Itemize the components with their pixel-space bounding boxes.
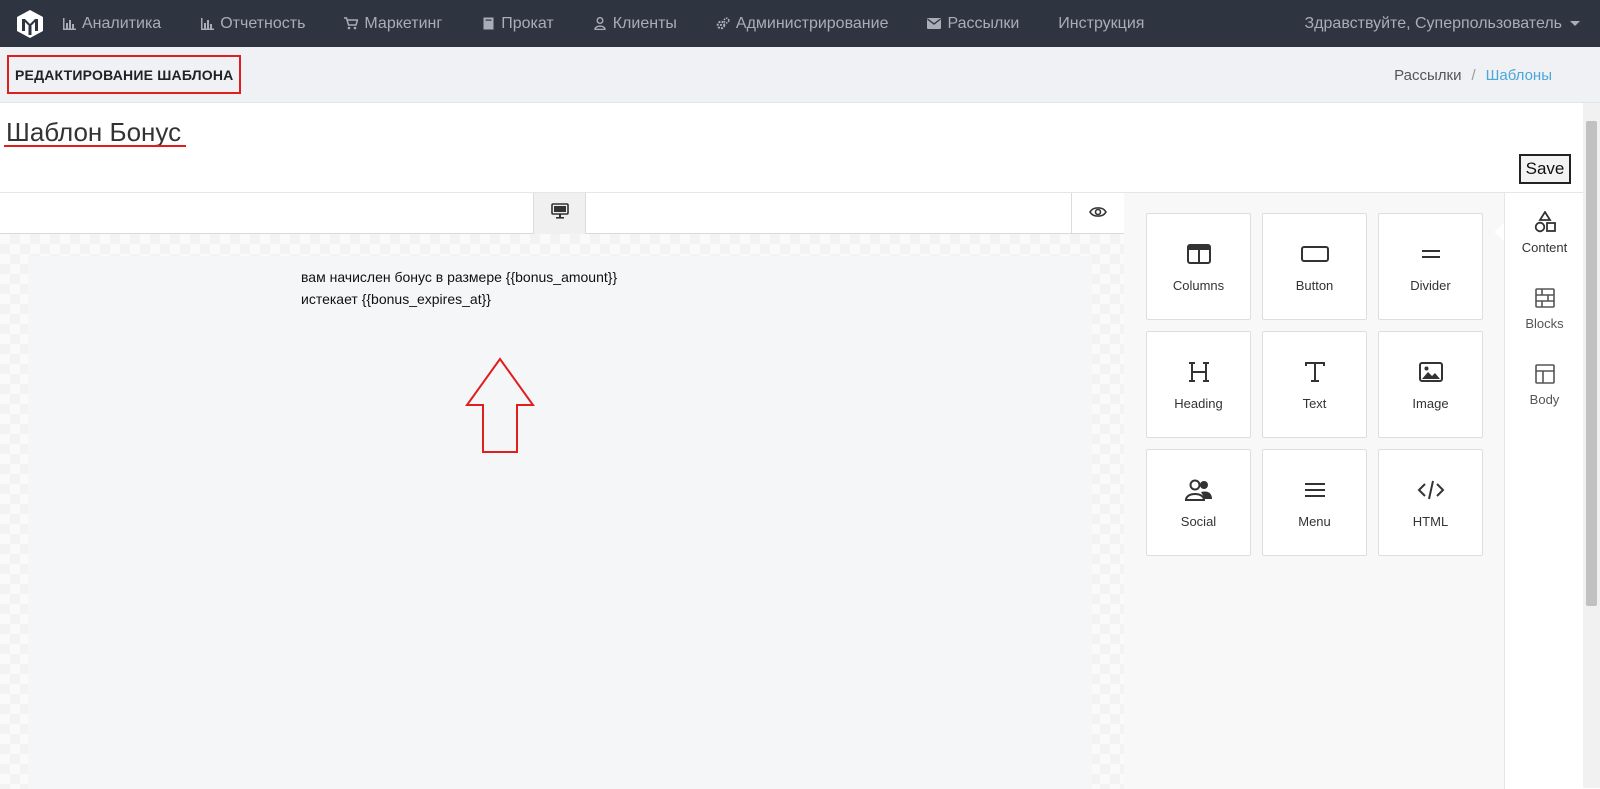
nav-instructions-label: Инструкция — [1058, 14, 1145, 32]
canvas-toolbar — [0, 193, 1124, 234]
image-icon — [1417, 358, 1445, 386]
email-text-line: вам начислен бонус в размере {{bonus_amo… — [301, 269, 618, 285]
tab-label: Body — [1529, 391, 1560, 407]
divider-icon — [1417, 240, 1445, 268]
nav-administration[interactable]: Администрирование — [716, 14, 889, 33]
tool-grid: Columns Button Divider Heading Text Imag… — [1146, 213, 1483, 556]
canvas-background: вам начислен бонус в размере {{bonus_amo… — [0, 234, 1124, 789]
tool-label: Columns — [1172, 278, 1225, 293]
text-icon — [1301, 358, 1329, 386]
bar-chart-icon — [62, 17, 76, 31]
page-title: РЕДАКТИРОВАНИЕ ШАБЛОНА — [7, 55, 242, 94]
nav-rental-label: Прокат — [501, 14, 554, 32]
user-greeting: Здравствуйте, Суперпользователь — [1304, 14, 1562, 32]
monitor-icon — [550, 203, 569, 224]
body-layout-icon — [1533, 362, 1557, 386]
breadcrumb: Рассылки / Шаблоны — [1394, 47, 1552, 103]
nav-mailings-label: Рассылки — [947, 14, 1020, 32]
columns-icon — [1185, 240, 1213, 268]
tool-menu[interactable]: Menu — [1262, 449, 1367, 556]
nav-clients-label: Клиенты — [612, 14, 677, 32]
email-body[interactable]: вам начислен бонус в размере {{bonus_amo… — [28, 256, 1092, 789]
tool-image[interactable]: Image — [1378, 331, 1483, 438]
tab-content[interactable]: Content — [1505, 194, 1584, 270]
breadcrumb-mailings[interactable]: Рассылки — [1394, 67, 1461, 84]
active-tab-pointer — [1494, 223, 1504, 241]
envelope-icon — [927, 17, 942, 31]
shapes-icon — [1533, 210, 1557, 234]
nav-reporting-label: Отчетность — [220, 14, 306, 32]
blocks-icon — [1533, 286, 1557, 310]
editor-canvas-area: вам начислен бонус в размере {{bonus_amo… — [0, 193, 1124, 789]
save-button[interactable]: Save — [1519, 154, 1571, 184]
tab-body[interactable]: Body — [1505, 346, 1584, 422]
nav-administration-label: Администрирование — [735, 14, 889, 32]
page-scrollbar[interactable] — [1583, 103, 1600, 788]
nav-clients[interactable]: Клиенты — [593, 15, 677, 33]
page-subheader: РЕДАКТИРОВАНИЕ ШАБЛОНА Рассылки / Шаблон… — [0, 47, 1600, 103]
gears-icon — [716, 16, 730, 31]
nav-instructions[interactable]: Инструкция — [1058, 15, 1144, 33]
annotation-underline — [4, 145, 186, 147]
menu-icon — [1301, 476, 1329, 504]
tool-label: Heading — [1174, 396, 1223, 411]
tab-label: Blocks — [1525, 315, 1564, 331]
email-text-block[interactable]: вам начислен бонус в размере {{bonus_amo… — [301, 266, 617, 310]
desktop-view-button[interactable] — [533, 193, 586, 234]
template-name: Шаблон Бонус — [6, 117, 182, 147]
scrollbar-thumb[interactable] — [1586, 121, 1597, 606]
user-menu-dropdown[interactable]: Здравствуйте, Суперпользователь — [1305, 0, 1580, 47]
tool-label: Text — [1302, 396, 1327, 411]
eye-icon — [1089, 205, 1107, 223]
chevron-down-icon — [1570, 21, 1580, 26]
nav-marketing[interactable]: Маркетинг — [344, 15, 442, 33]
nav-rental[interactable]: Прокат — [481, 15, 554, 33]
user-icon — [593, 17, 607, 31]
tab-label: Content — [1521, 239, 1568, 255]
top-navbar: Аналитика Отчетность Маркетинг Прокат Кл… — [0, 0, 1600, 47]
tool-label: HTML — [1412, 514, 1449, 529]
email-text-line: истекает {{bonus_expires_at}} — [301, 291, 491, 307]
tool-divider[interactable]: Divider — [1378, 213, 1483, 320]
heading-icon — [1185, 358, 1213, 386]
tool-label: Social — [1180, 514, 1217, 529]
button-icon — [1300, 240, 1329, 268]
tool-label: Divider — [1410, 278, 1451, 293]
nav-analytics-label: Аналитика — [82, 14, 162, 32]
book-icon — [481, 17, 495, 31]
content-tools-panel: Columns Button Divider Heading Text Imag… — [1124, 193, 1504, 789]
nav-reporting[interactable]: Отчетность — [200, 15, 305, 33]
tool-social[interactable]: Social — [1146, 449, 1251, 556]
tool-label: Menu — [1298, 514, 1331, 529]
tool-html[interactable]: HTML — [1378, 449, 1483, 556]
tool-heading[interactable]: Heading — [1146, 331, 1251, 438]
tab-blocks[interactable]: Blocks — [1505, 270, 1584, 346]
bar-chart-icon — [200, 17, 214, 31]
logo-icon[interactable] — [14, 8, 46, 40]
editor-tab-sidebar: Content Blocks Body — [1504, 193, 1583, 789]
tool-button[interactable]: Button — [1262, 213, 1367, 320]
breadcrumb-separator: / — [1471, 66, 1476, 84]
code-icon — [1417, 476, 1445, 504]
cart-icon — [344, 17, 359, 31]
nav-mailings[interactable]: Рассылки — [927, 15, 1019, 33]
tool-text[interactable]: Text — [1262, 331, 1367, 438]
nav-analytics[interactable]: Аналитика — [62, 15, 161, 33]
tool-label: Image — [1412, 396, 1449, 411]
social-icon — [1184, 476, 1213, 504]
annotation-arrow-up-icon — [465, 357, 535, 453]
breadcrumb-templates[interactable]: Шаблоны — [1486, 67, 1552, 84]
email-editor: вам начислен бонус в размере {{bonus_amo… — [0, 192, 1583, 789]
tool-label: Button — [1295, 278, 1334, 293]
tool-columns[interactable]: Columns — [1146, 213, 1251, 320]
nav-marketing-label: Маркетинг — [364, 14, 443, 32]
preview-button[interactable] — [1071, 193, 1124, 234]
